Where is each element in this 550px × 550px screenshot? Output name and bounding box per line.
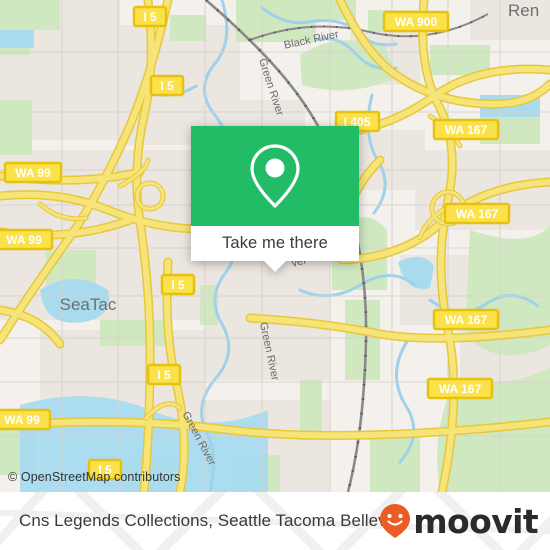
shield-label: I 5 <box>160 79 174 93</box>
moovit-map-screenshot: Black River Green River Green River Gree… <box>0 0 550 550</box>
highway-shield[interactable]: WA 167 <box>426 377 494 400</box>
shield-label: WA 167 <box>456 207 499 221</box>
highway-shield[interactable]: I 5 <box>149 74 185 97</box>
highway-shield[interactable]: WA 99 <box>0 228 54 251</box>
highway-shield[interactable]: I 5 <box>132 5 168 28</box>
shield-label: I 5 <box>157 368 171 382</box>
shield-label: WA 167 <box>445 123 488 137</box>
footer-bar: Cns Legends Collections, Seattle Tacoma … <box>0 492 550 550</box>
moovit-logo[interactable]: moovit <box>378 501 539 541</box>
shield-label: WA 99 <box>6 233 42 247</box>
moovit-wordmark: moovit <box>413 501 538 541</box>
location-popup-card[interactable]: Take me there <box>191 126 359 272</box>
popup-icon-area <box>191 126 359 226</box>
place-label-seatac: SeaTac <box>60 295 117 314</box>
shield-label: WA 99 <box>15 166 51 180</box>
map-pin-icon <box>250 144 300 208</box>
take-me-there-button[interactable]: Take me there <box>191 226 359 272</box>
shield-label: WA 167 <box>445 313 488 327</box>
place-label-renton: Ren <box>508 1 539 20</box>
location-title: Cns Legends Collections, Seattle Tacoma … <box>19 511 406 530</box>
popup-pointer-tail <box>264 261 286 272</box>
highway-shield[interactable]: WA 900 <box>382 10 450 33</box>
take-me-there-label: Take me there <box>222 234 328 252</box>
shield-label: I 5 <box>171 278 185 292</box>
shield-label: WA 900 <box>395 15 438 29</box>
highway-shield[interactable]: WA 167 <box>432 308 500 331</box>
highway-shield[interactable]: WA 167 <box>432 118 500 141</box>
shield-label: WA 99 <box>4 413 40 427</box>
highway-shield[interactable]: WA 167 <box>443 202 511 225</box>
osm-attribution[interactable]: © OpenStreetMap contributors <box>8 470 181 484</box>
highway-shield[interactable]: I 5 <box>160 273 196 296</box>
highway-shield[interactable]: WA 99 <box>0 408 52 431</box>
moovit-pin-icon <box>380 504 411 538</box>
highway-shield[interactable]: WA 99 <box>3 161 63 184</box>
highway-shield[interactable]: I 5 <box>146 363 182 386</box>
shield-label: WA 167 <box>439 382 482 396</box>
shield-label: I 5 <box>143 10 157 24</box>
